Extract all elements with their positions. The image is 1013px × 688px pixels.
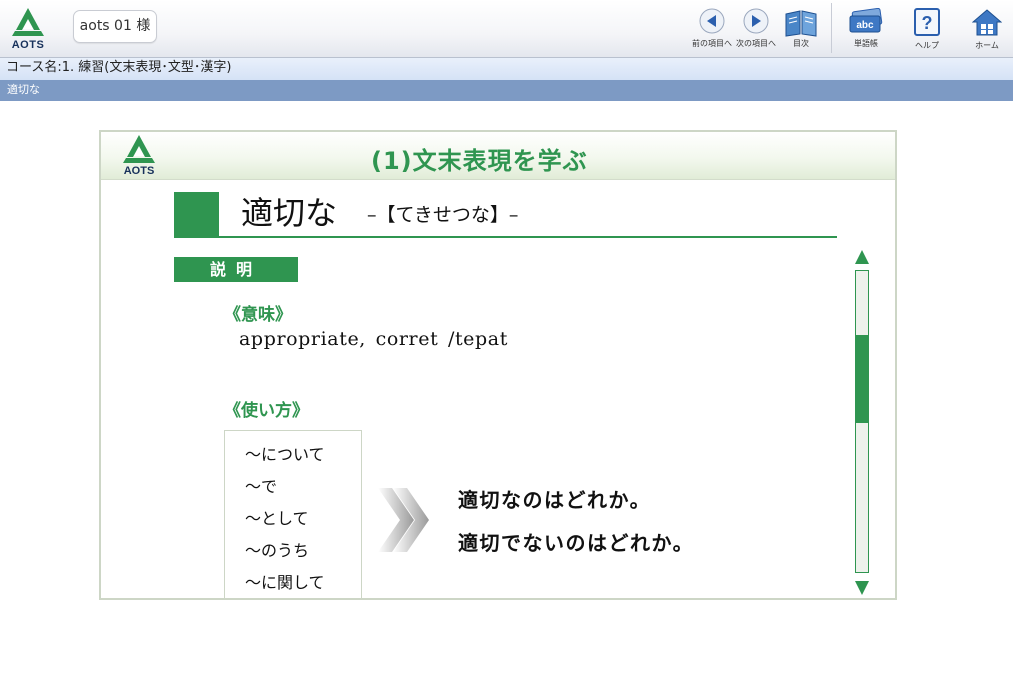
top-toolbar: AOTS aots 01 様 前の項目へ 次の項目へ 目次 abc 単語帳 ? … [0, 0, 1013, 58]
meaning-text: appropriate, corret /tepat [239, 328, 508, 350]
lesson-panel: AOTS (1)文末表現を学ぶ 適切な –【てきせつな】– 説明 《意味》 ap… [99, 130, 897, 600]
book-icon [785, 10, 817, 37]
scrollbar-track[interactable] [855, 270, 869, 573]
explanation-tag: 説明 [174, 257, 298, 282]
usage-pattern-item: 〜のうち [245, 541, 310, 560]
usage-pattern-item: 〜として [245, 509, 309, 528]
vocab-reading: –【てきせつな】– [367, 204, 519, 226]
prev-item-label: 前の項目へ [692, 39, 732, 48]
vocab-heading: 適切な [241, 194, 338, 232]
next-item-label: 次の項目へ [736, 39, 776, 48]
user-name-badge: aots 01 様 [73, 10, 157, 43]
example-sentence: 適切でないのはどれか。 [458, 531, 695, 555]
prev-arrow-icon [699, 8, 725, 34]
heading-underline [174, 236, 837, 238]
prev-item-button[interactable]: 前の項目へ [692, 8, 732, 49]
course-name-bar: コース名:1. 練習(文末表現･文型･漢字) [0, 58, 1013, 80]
aots-logo: AOTS [6, 6, 50, 52]
contents-label: 目次 [793, 39, 809, 48]
section-title-bar: 適切な [0, 80, 1013, 101]
next-arrow-icon [743, 8, 769, 34]
home-label: ホーム [975, 41, 999, 50]
aots-logo-icon [12, 8, 44, 36]
help-button[interactable]: ? ヘルプ [913, 8, 941, 51]
usage-pattern-item: 〜について [245, 445, 325, 464]
toolbar-divider [831, 3, 832, 53]
scrollbar-thumb[interactable] [856, 335, 868, 423]
usage-pattern-item: 〜に関して [245, 573, 325, 592]
scroll-up-arrow-icon[interactable] [854, 249, 870, 265]
vocabulary-label: 単語帳 [854, 39, 878, 48]
heading-marker [174, 192, 219, 237]
contents-button[interactable]: 目次 [783, 8, 819, 49]
lesson-logo-text: AOTS [123, 165, 155, 177]
usage-pattern-item: 〜で [245, 477, 278, 496]
lesson-header: AOTS (1)文末表現を学ぶ [101, 132, 895, 180]
lesson-aots-logo: AOTS [115, 134, 163, 178]
home-button[interactable]: ホーム [971, 8, 1003, 51]
next-item-button[interactable]: 次の項目へ [736, 8, 776, 49]
scroll-down-arrow-icon[interactable] [854, 580, 870, 596]
vocabulary-cards-icon: abc [849, 7, 883, 33]
aots-logo-icon [123, 135, 155, 163]
lesson-title: (1)文末表現を学ぶ [371, 147, 588, 175]
usage-pattern-list: 〜について 〜で 〜として 〜のうち 〜に関して [224, 430, 362, 598]
logo-text: AOTS [11, 39, 45, 51]
help-label: ヘルプ [915, 41, 939, 50]
home-icon [971, 9, 1003, 36]
svg-text:abc: abc [856, 20, 874, 31]
help-icon: ? [914, 8, 940, 36]
double-chevron-right-icon [378, 488, 429, 552]
meaning-label: 《意味》 [224, 305, 292, 325]
example-sentence: 適切なのはどれか。 [458, 488, 652, 512]
vocabulary-button[interactable]: abc 単語帳 [847, 7, 885, 49]
usage-label: 《使い方》 [224, 401, 309, 421]
svg-text:?: ? [922, 13, 933, 33]
